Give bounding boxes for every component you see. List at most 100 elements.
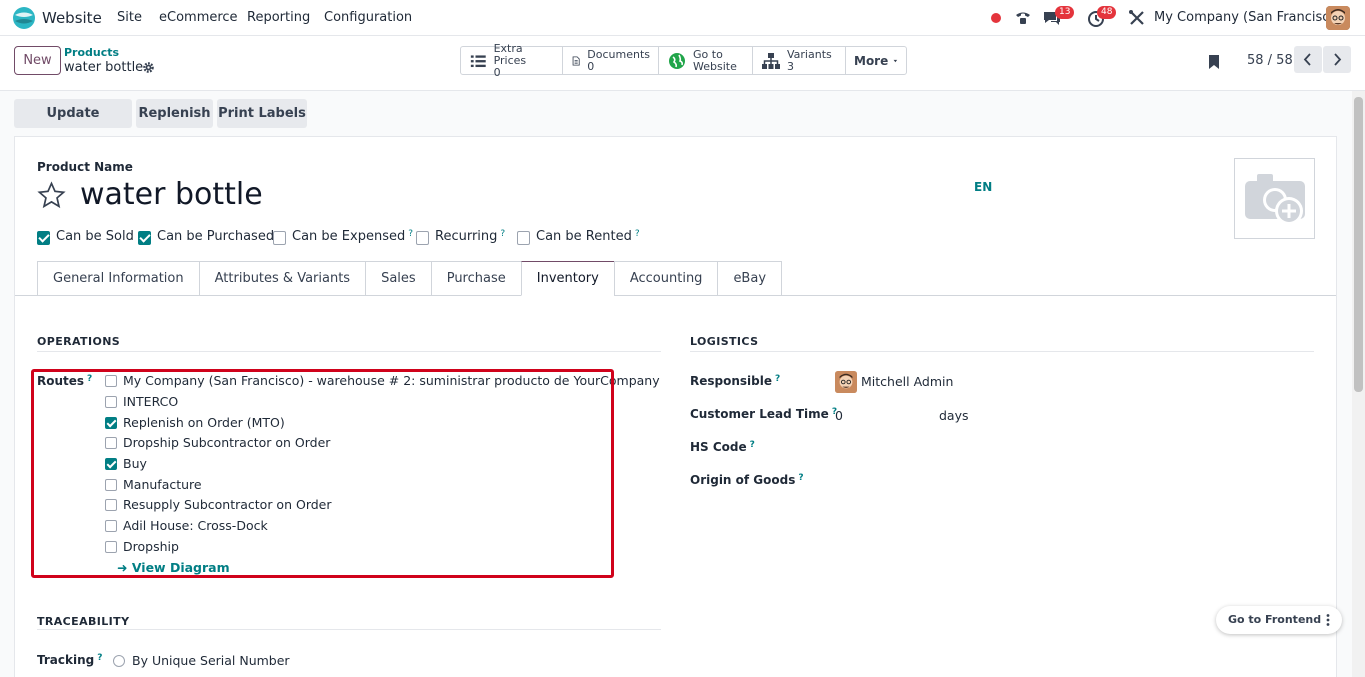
help-icon[interactable]: ? <box>775 374 780 384</box>
tracking-label: Tracking? <box>37 653 102 667</box>
gear-icon[interactable] <box>142 61 155 74</box>
documents-label: Documents <box>587 47 650 61</box>
logistics-title: LOGISTICS <box>690 335 759 348</box>
help-icon[interactable]: ? <box>500 229 505 239</box>
can-be-expensed-label: Can be Expensed? <box>292 229 413 244</box>
lead-time-label: Customer Lead Time? <box>690 407 837 421</box>
print-labels-button[interactable]: Print Labels <box>217 99 307 128</box>
responsible-label-text: Responsible <box>690 374 772 388</box>
debug-tools-icon[interactable] <box>1127 8 1147 28</box>
phone-icon[interactable] <box>1013 8 1033 28</box>
bookmark-icon[interactable] <box>1207 54 1221 70</box>
tab-accounting[interactable]: Accounting <box>613 261 718 296</box>
language-button[interactable]: EN <box>974 180 992 194</box>
variants-button[interactable]: Variants 3 <box>753 47 846 74</box>
replenish-button[interactable]: Replenish <box>136 99 213 128</box>
help-icon[interactable]: ? <box>408 229 413 239</box>
responsible-avatar <box>835 371 857 393</box>
document-icon <box>572 55 580 66</box>
tab-sales[interactable]: Sales <box>365 261 431 296</box>
go-to-frontend-widget: Go to Frontend <box>1216 606 1342 634</box>
tab-ebay[interactable]: eBay <box>717 261 783 296</box>
responsible-label: Responsible? <box>690 374 780 388</box>
extra-prices-button[interactable]: Extra Prices 0 <box>461 42 563 78</box>
menu-configuration[interactable]: Configuration <box>324 10 412 25</box>
app-name[interactable]: Website <box>42 9 102 27</box>
extra-prices-label: Extra Prices <box>493 41 527 67</box>
caret-down-icon <box>893 59 898 62</box>
can-be-rented-label: Can be Rented? <box>536 229 640 244</box>
page-scrollbar[interactable] <box>1352 91 1365 677</box>
traceability-title: TRACEABILITY <box>37 615 130 628</box>
help-icon[interactable]: ? <box>97 653 102 663</box>
product-image-upload[interactable] <box>1234 158 1315 239</box>
responsible-field[interactable]: Mitchell Admin <box>861 374 953 389</box>
breadcrumb-current: water bottle <box>64 60 144 75</box>
tab-general-information[interactable]: General Information <box>37 261 199 296</box>
website-app-icon[interactable] <box>12 6 36 30</box>
more-button[interactable]: More <box>846 47 906 74</box>
can-be-expensed-checkbox[interactable] <box>273 231 286 245</box>
chevron-left-icon <box>1303 53 1311 66</box>
company-switcher[interactable]: My Company (San Francisco) <box>1154 10 1342 25</box>
recurring-text: Recurring <box>435 229 498 244</box>
go-to-label: Go to <box>693 47 723 61</box>
lead-time-input[interactable]: 0 <box>835 408 843 423</box>
extra-prices-value: 0 <box>493 65 501 79</box>
variants-label: Variants <box>787 47 832 61</box>
new-button[interactable]: New <box>14 46 61 75</box>
logistics-divider <box>690 351 1314 352</box>
recurring-checkbox[interactable] <box>416 231 429 245</box>
control-panel: New Products water bottle Extra Prices 0 … <box>0 36 1365 91</box>
help-icon[interactable]: ? <box>798 473 803 483</box>
recurring-label: Recurring? <box>435 229 505 244</box>
user-avatar[interactable] <box>1326 6 1350 30</box>
scrollbar-thumb[interactable] <box>1354 97 1363 392</box>
can-be-purchased-checkbox[interactable] <box>138 231 151 245</box>
operations-divider <box>37 351 661 352</box>
sitemap-icon <box>762 52 780 69</box>
tab-attributes-variants[interactable]: Attributes & Variants <box>198 261 366 296</box>
documents-value: 0 <box>587 59 595 73</box>
traceability-divider <box>37 629 661 630</box>
activities-badge: 48 <box>1097 6 1117 19</box>
messages-badge: 13 <box>1055 6 1075 19</box>
hs-code-label: HS Code? <box>690 440 755 454</box>
go-to-value: Website <box>693 59 737 73</box>
can-be-sold-checkbox[interactable] <box>37 231 50 245</box>
star-icon[interactable] <box>37 181 66 210</box>
lead-time-unit: days <box>939 408 969 423</box>
origin-label-text: Origin of Goods <box>690 473 796 487</box>
can-be-sold-label: Can be Sold <box>56 229 134 244</box>
camera-plus-icon <box>1245 174 1305 225</box>
tracking-serial-radio[interactable] <box>113 655 125 667</box>
operations-title: OPERATIONS <box>37 335 121 348</box>
help-icon[interactable]: ? <box>750 440 755 450</box>
can-be-rented-checkbox[interactable] <box>517 231 530 245</box>
menu-reporting[interactable]: Reporting <box>247 10 310 25</box>
hs-code-label-text: HS Code <box>690 440 747 454</box>
recording-dot-icon[interactable] <box>988 10 1004 26</box>
user-avatar-icon <box>1326 6 1350 30</box>
go-to-frontend-button[interactable]: Go to Frontend <box>1228 613 1321 626</box>
pager-next-button[interactable] <box>1323 46 1351 73</box>
go-to-website-button[interactable]: Go to Website <box>659 47 753 74</box>
breadcrumb-products[interactable]: Products <box>64 46 119 59</box>
can-be-purchased-label: Can be Purchased <box>157 229 275 244</box>
update-quantity-button[interactable]: Update Quantity <box>14 99 132 150</box>
chevron-right-icon <box>1334 53 1342 66</box>
pager-value[interactable]: 58 / 58 <box>1247 53 1293 68</box>
menu-site[interactable]: Site <box>117 10 142 25</box>
can-be-expensed-text: Can be Expensed <box>292 229 406 244</box>
vertical-dots-icon[interactable] <box>1321 613 1335 627</box>
tab-purchase[interactable]: Purchase <box>430 261 521 296</box>
menu-ecommerce[interactable]: eCommerce <box>159 10 238 25</box>
product-name-input[interactable]: water bottle <box>80 177 263 212</box>
can-be-rented-text: Can be Rented <box>536 229 632 244</box>
documents-button[interactable]: Documents 0 <box>563 47 659 74</box>
lead-time-label-text: Customer Lead Time <box>690 407 829 421</box>
origin-label: Origin of Goods? <box>690 473 804 487</box>
pager-previous-button[interactable] <box>1294 46 1322 73</box>
tab-inventory[interactable]: Inventory <box>520 261 614 296</box>
help-icon[interactable]: ? <box>635 229 640 239</box>
